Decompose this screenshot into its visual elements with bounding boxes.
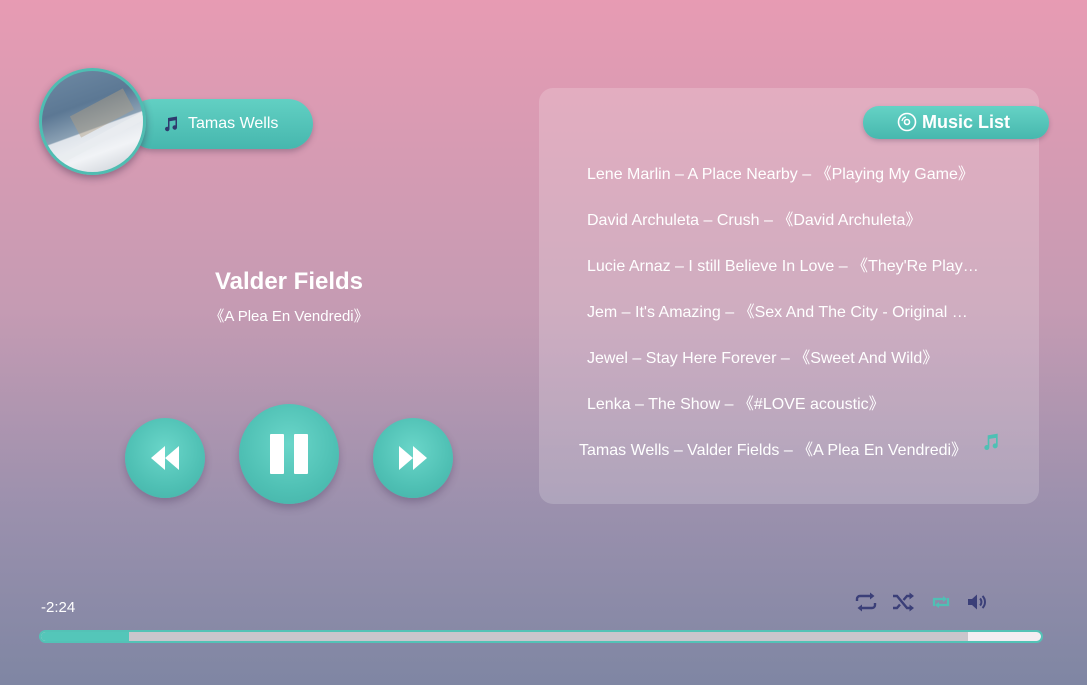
playlist-track[interactable]: Lenka – The Show – 《#LOVE acoustic》	[587, 390, 979, 414]
artist-name: Tamas Wells	[188, 115, 279, 132]
song-title: Valder Fields	[214, 268, 364, 295]
now-playing-icon	[984, 433, 998, 451]
time-remaining: -2:24	[41, 599, 76, 616]
music-list-header: Music List	[863, 106, 1049, 139]
fast-forward-icon	[399, 446, 427, 470]
music-list-label: Music List	[922, 112, 1011, 132]
disc-icon	[897, 112, 917, 132]
repeat-one-icon[interactable]	[929, 590, 953, 614]
song-album: 《A Plea En Vendredi》	[209, 308, 369, 325]
repeat-icon[interactable]	[854, 590, 878, 614]
playlist-track[interactable]: Jem – It's Amazing – 《Sex And The City -…	[587, 298, 979, 322]
playlist-track[interactable]: Jewel – Stay Here Forever – 《Sweet And W…	[587, 344, 979, 368]
progress-bar[interactable]	[39, 630, 1043, 643]
album-cover	[39, 68, 146, 175]
volume-icon[interactable]	[965, 590, 989, 614]
playlist-track[interactable]: Lucie Arnaz – I still Believe In Love – …	[587, 252, 979, 276]
pause-icon	[270, 434, 308, 474]
playlist-track-active[interactable]: Tamas Wells – Valder Fields – 《A Plea En…	[579, 436, 971, 460]
next-button[interactable]	[373, 418, 453, 498]
artist-badge[interactable]: Tamas Wells	[128, 99, 313, 149]
buffer-fill	[41, 632, 968, 641]
music-note-icon	[165, 116, 178, 132]
playlist-track[interactable]: Lene Marlin – A Place Nearby – 《Playing …	[587, 160, 979, 184]
progress-fill	[41, 632, 129, 641]
shuffle-icon[interactable]	[891, 590, 915, 614]
playlist-track[interactable]: David Archuleta – Crush – 《David Archule…	[587, 206, 979, 230]
pause-button[interactable]	[239, 404, 339, 504]
rewind-icon	[151, 446, 179, 470]
previous-button[interactable]	[125, 418, 205, 498]
